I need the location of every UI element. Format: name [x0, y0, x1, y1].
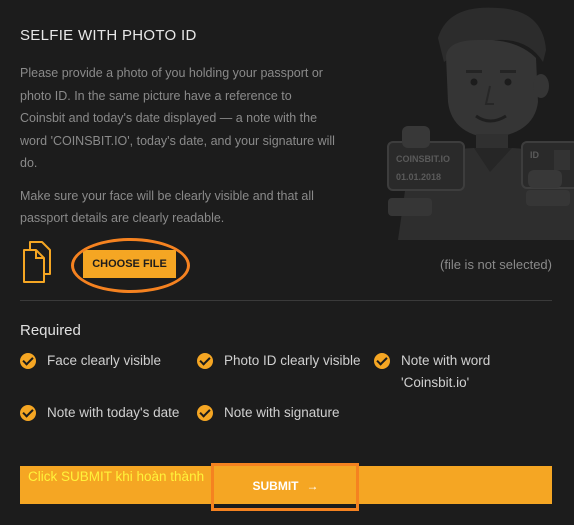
highlight-circle [71, 238, 190, 293]
person-face [446, 39, 538, 139]
requirement-label: Note with word 'Coinsbit.io' [401, 353, 491, 390]
instructions: Please provide a photo of you holding yo… [20, 62, 340, 240]
check-icon [374, 353, 390, 369]
hand-right [528, 170, 562, 188]
sleeve-right [526, 190, 570, 206]
highlight-rectangle [211, 463, 359, 511]
requirement-signature-note: Note with signature [197, 402, 372, 424]
file-status: (file is not selected) [440, 257, 552, 272]
document-icon [23, 241, 51, 283]
check-icon [20, 353, 36, 369]
note-title: COINSBIT.IO [396, 154, 450, 164]
requirement-photo-id: Photo ID clearly visible [197, 350, 372, 372]
instructions-paragraph-1: Please provide a photo of you holding yo… [20, 66, 335, 170]
divider [20, 300, 552, 301]
submit-hint: Click SUBMIT khi hoàn thành [28, 469, 205, 484]
id-card-label: ID [530, 150, 540, 160]
id-card-photo [554, 150, 570, 170]
check-icon [197, 405, 213, 421]
requirement-face: Face clearly visible [20, 350, 190, 372]
sleeve-left [388, 198, 432, 216]
requirement-coinsbit-note: Note with word 'Coinsbit.io' [374, 350, 514, 394]
selfie-illustration: COINSBIT.IO 01.01.2018 ID [387, 7, 574, 240]
instructions-paragraph-2: Make sure your face will be clearly visi… [20, 188, 314, 226]
check-icon [197, 353, 213, 369]
person-eyebrow-right [500, 70, 516, 73]
requirements-title: Required [20, 322, 81, 339]
person-eye-left [470, 78, 478, 86]
requirement-label: Face clearly visible [47, 353, 162, 368]
requirement-label: Note with today's date [47, 405, 180, 420]
page-title: SELFIE WITH PHOTO ID [20, 27, 197, 44]
note-date: 01.01.2018 [396, 172, 441, 182]
hand-left [402, 126, 430, 148]
note-card [387, 141, 465, 191]
person-eyebrow-left [466, 70, 482, 73]
requirement-label: Photo ID clearly visible [224, 353, 361, 368]
requirement-label: Note with signature [224, 405, 340, 420]
person-ear [533, 74, 549, 98]
requirement-date-note: Note with today's date [20, 402, 195, 424]
check-icon [20, 405, 36, 421]
person-eye-right [504, 78, 512, 86]
